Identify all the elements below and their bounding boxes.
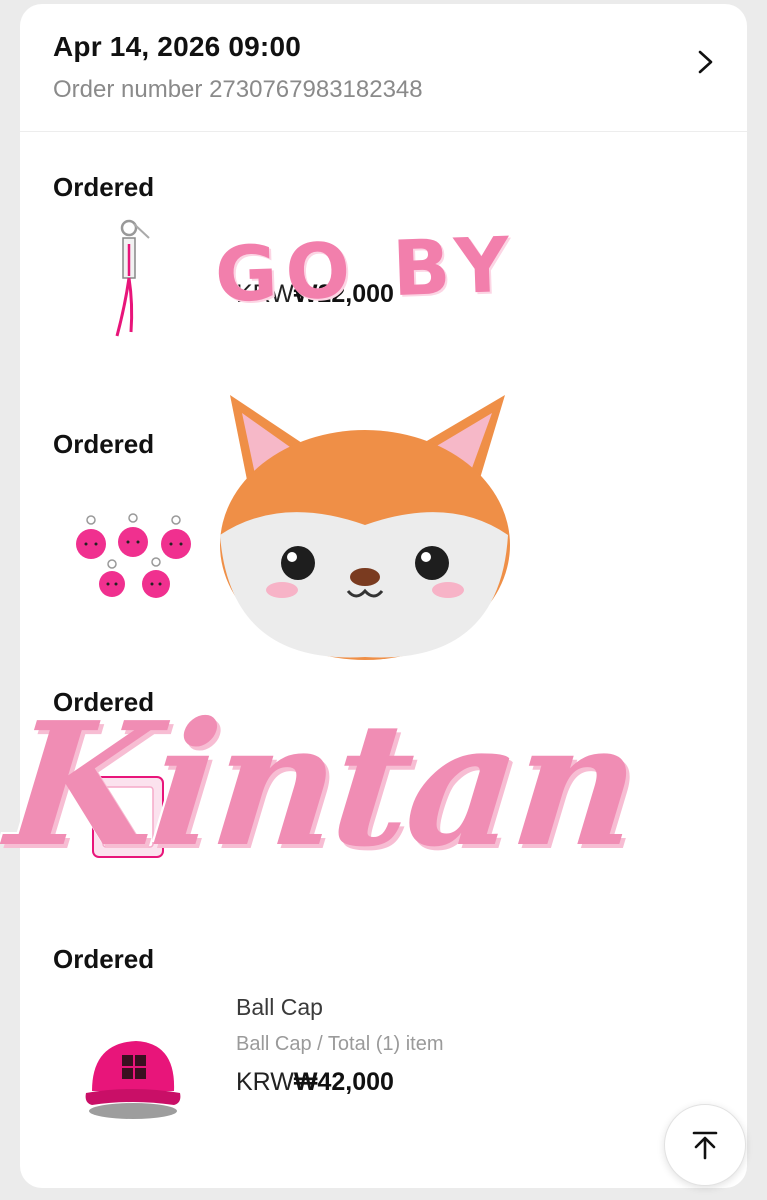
order-status: Ordered xyxy=(53,429,155,459)
order-number-row: Order number 2730767983182348 xyxy=(53,76,423,104)
product-options: Ball Cap / Total (1) item xyxy=(236,1033,444,1055)
scroll-to-top-button[interactable] xyxy=(664,1104,746,1186)
product-price: KRW₩22,000 xyxy=(236,280,394,309)
order-item[interactable]: Ordered Ball Cap Ball Cap / Total (1) it… xyxy=(20,944,747,1188)
order-status: Ordered xyxy=(53,172,155,202)
item-info: KRW₩22,000 xyxy=(236,222,394,309)
order-status: Ordered xyxy=(53,687,155,717)
arrow-up-to-top-icon xyxy=(692,1131,718,1160)
order-header[interactable]: Apr 14, 2026 09:00 Order number 27307679… xyxy=(20,4,747,132)
price-amount: ₩42,000 xyxy=(293,1068,394,1096)
order-card: Apr 14, 2026 09:00 Order number 27307679… xyxy=(20,4,747,1188)
keychain-set-thumbnail xyxy=(60,509,205,609)
order-item[interactable]: Ordered xyxy=(20,429,747,679)
product-name: Ball Cap xyxy=(236,994,323,1020)
product-price: KRW₩42,000 xyxy=(236,1068,444,1097)
photocard-holder-thumbnail xyxy=(60,747,205,877)
ball-cap-thumbnail xyxy=(60,1019,205,1139)
order-item[interactable]: Ordered xyxy=(20,687,747,937)
order-status: Ordered xyxy=(53,944,155,974)
chevron-right-icon[interactable] xyxy=(687,44,723,80)
price-currency: KRW xyxy=(236,1068,294,1096)
order-date: Apr 14, 2026 09:00 xyxy=(53,31,301,62)
price-currency: KRW xyxy=(236,280,294,308)
keyring-thumbnail xyxy=(60,214,205,344)
price-amount: ₩22,000 xyxy=(293,280,394,308)
order-number-value: 2730767983182348 xyxy=(209,76,423,103)
order-item[interactable]: Ordered KRW₩22,000 xyxy=(20,172,747,422)
item-info: Ball Cap Ball Cap / Total (1) item KRW₩4… xyxy=(236,994,444,1097)
order-number-label: Order number xyxy=(53,76,203,103)
